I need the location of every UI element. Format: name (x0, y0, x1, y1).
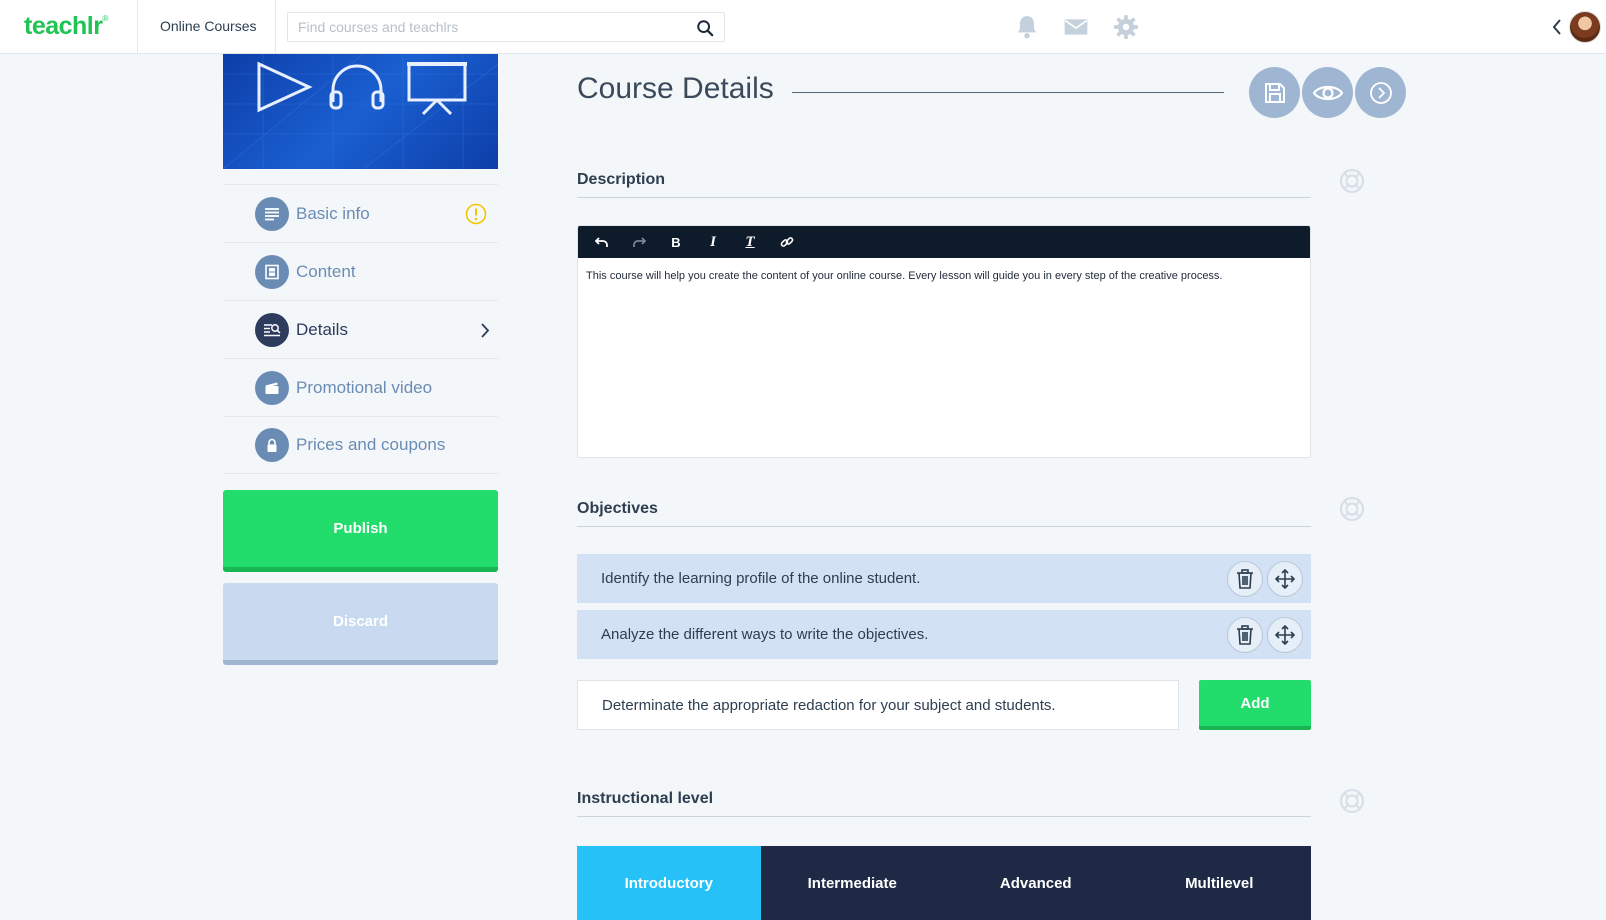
move-objective-handle[interactable] (1267, 617, 1303, 653)
logo[interactable]: teachlr® (24, 12, 108, 41)
publish-button[interactable]: Publish (223, 490, 498, 572)
title-divider (792, 92, 1224, 93)
blueprint-illustration (223, 54, 498, 169)
description-editor: B I T This course will help you create t… (577, 225, 1311, 458)
redo-icon[interactable] (627, 230, 651, 254)
sidebar-item-details[interactable]: Details (223, 300, 498, 358)
lock-icon (255, 428, 289, 462)
course-cover-image (223, 54, 498, 169)
objectives-section-header: Objectives (577, 500, 1311, 527)
instructional-level-selector: Introductory Intermediate Advanced Multi… (577, 846, 1311, 920)
objective-item: Identify the learning profile of the onl… (577, 554, 1311, 603)
warning-icon (465, 203, 487, 225)
sidebar-item-basic-info[interactable]: Basic info (223, 184, 498, 242)
sidebar-item-prices-and-coupons[interactable]: Prices and coupons (223, 416, 498, 474)
level-option-introductory[interactable]: Introductory (577, 846, 761, 920)
section-title: Instructional level (577, 790, 714, 807)
move-arrows-icon (1275, 625, 1295, 645)
gear-icon[interactable] (1113, 14, 1139, 40)
circle-chevron-right-icon (1369, 81, 1392, 104)
new-objective-input[interactable] (577, 680, 1179, 730)
next-button[interactable] (1355, 67, 1406, 118)
header-divider (275, 0, 276, 53)
chevron-right-icon (481, 323, 490, 338)
header-divider (137, 0, 138, 53)
move-objective-handle[interactable] (1267, 561, 1303, 597)
bold-icon[interactable]: B (664, 230, 688, 254)
sidebar-item-label: Promotional video (296, 377, 433, 397)
save-button[interactable] (1249, 67, 1300, 118)
sidebar-item-label: Prices and coupons (296, 435, 446, 454)
add-objective-button[interactable]: Add (1199, 680, 1311, 730)
editor-content[interactable]: This course will help you create the con… (578, 258, 1310, 295)
details-search-icon (255, 312, 289, 347)
description-section-header: Description (577, 171, 1311, 198)
lifebuoy-help-icon[interactable] (1339, 788, 1365, 814)
search-box (287, 12, 725, 42)
level-option-intermediate[interactable]: Intermediate (761, 846, 945, 920)
sidebar-item-content[interactable]: Content (223, 242, 498, 300)
objective-text: Analyze the different ways to write the … (601, 626, 929, 643)
lifebuoy-help-icon[interactable] (1339, 168, 1365, 194)
sidebar-item-label: Content (296, 261, 356, 281)
sidebar-item-promotional-video[interactable]: Promotional video (223, 358, 498, 416)
mail-icon[interactable] (1063, 14, 1089, 40)
delete-objective-button[interactable] (1227, 561, 1263, 597)
editor-toolbar: B I T (578, 226, 1310, 258)
search-icon[interactable] (696, 19, 714, 37)
logo-text: teachlr (24, 12, 103, 40)
level-option-multilevel[interactable]: Multilevel (1128, 846, 1312, 920)
discard-button[interactable]: Discard (223, 583, 498, 665)
floppy-disk-icon (1264, 82, 1285, 103)
nav-online-courses[interactable]: Online Courses (160, 18, 257, 34)
sidebar-item-label: Basic info (296, 203, 370, 223)
sidebar-menu: Basic info Content Details Promotional v… (223, 184, 498, 474)
lifebuoy-help-icon[interactable] (1339, 496, 1365, 522)
link-icon[interactable] (775, 230, 799, 254)
eye-icon (1312, 85, 1343, 100)
trash-icon (1237, 625, 1253, 645)
avatar[interactable] (1569, 11, 1601, 43)
top-bar: teachlr® Online Courses (0, 0, 1606, 54)
section-title: Objectives (577, 500, 658, 517)
clapper-icon (255, 370, 289, 405)
level-option-advanced[interactable]: Advanced (944, 846, 1128, 920)
italic-icon[interactable]: I (701, 230, 725, 254)
logo-registered-mark: ® (102, 14, 108, 23)
instructional-level-section-header: Instructional level (577, 790, 1311, 817)
preview-button[interactable] (1302, 67, 1353, 118)
page-title: Course Details (577, 72, 774, 105)
move-arrows-icon (1275, 569, 1295, 589)
clear-format-icon[interactable]: T (738, 230, 762, 254)
delete-objective-button[interactable] (1227, 617, 1263, 653)
chevron-left-icon[interactable] (1551, 17, 1563, 37)
undo-icon[interactable] (590, 230, 614, 254)
sidebar-item-label: Details (296, 319, 348, 339)
bell-icon[interactable] (1014, 14, 1040, 40)
film-icon (255, 254, 289, 289)
section-title: Description (577, 171, 666, 188)
list-icon (255, 196, 289, 231)
objective-text: Identify the learning profile of the onl… (601, 570, 921, 587)
objective-item: Analyze the different ways to write the … (577, 610, 1311, 659)
search-input[interactable] (288, 13, 678, 41)
trash-icon (1237, 569, 1253, 589)
